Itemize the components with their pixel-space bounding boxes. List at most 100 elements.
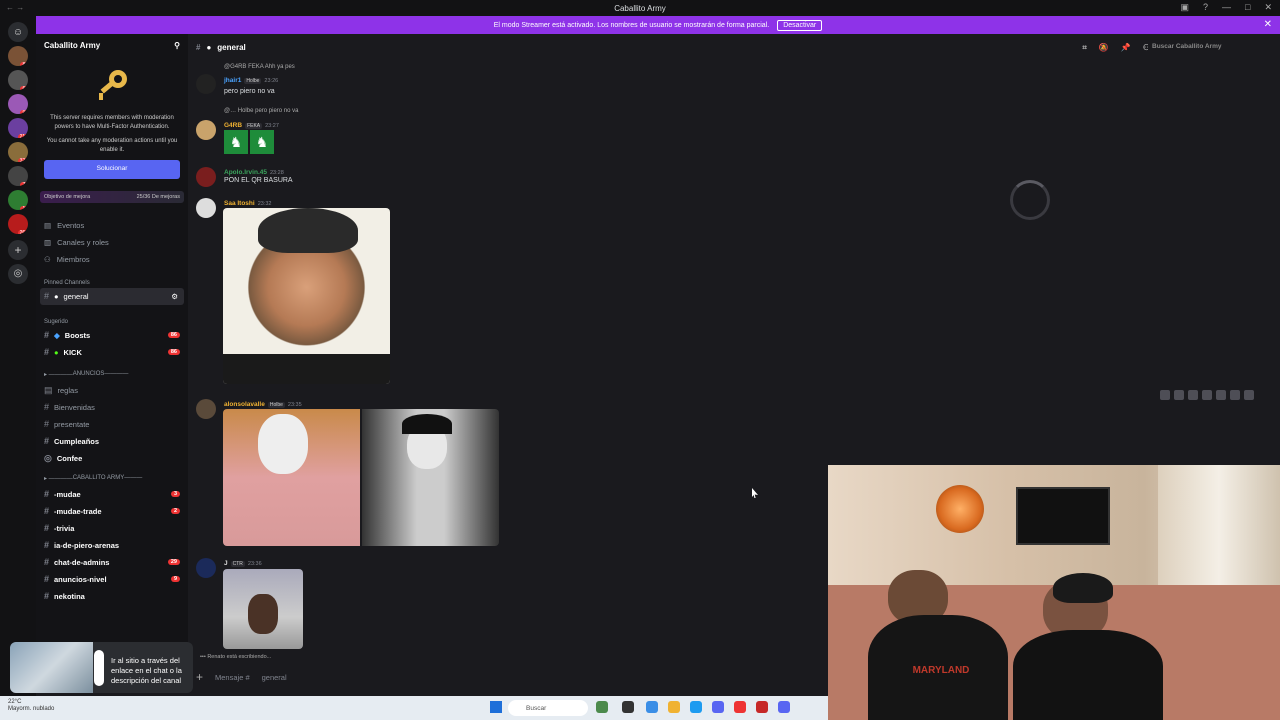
app-icon[interactable] [712,701,724,713]
hash-icon: # [44,489,50,499]
channel-chat-de-admins[interactable]: # chat-de-admins 29 [36,554,188,571]
close-icon[interactable]: ✕ [1264,19,1272,30]
username[interactable]: Saa Itoshi [224,200,255,207]
close-button[interactable]: ✕ [1264,2,1272,13]
reply-preview[interactable]: @… Holbe pero piero no va [224,108,298,114]
image-attachment[interactable] [223,569,303,649]
username[interactable]: jhair1 [224,77,241,84]
weather-widget[interactable]: 22°C Mayorm. nublado [8,699,54,713]
image-attachment[interactable] [223,409,360,546]
settings-icon[interactable]: ⚙ [171,292,178,301]
channel-reglas[interactable]: ▤ reglas [36,382,188,399]
add-attachment-icon[interactable]: + [196,670,203,684]
channel-presentate[interactable]: # presentate [36,416,188,433]
window-titlebar: ← → Caballito Army ▣ ? — □ ✕ [0,0,1280,16]
start-icon[interactable] [490,701,502,713]
server-icon[interactable]: 60 [8,70,28,90]
avatar[interactable] [196,198,216,218]
sticker-icon[interactable] [1188,390,1198,400]
username[interactable]: J [224,560,228,567]
emoji-icon[interactable] [1202,390,1212,400]
app-icon[interactable] [646,701,658,713]
app-icon[interactable] [668,701,680,713]
channel-ia-de-piero-arenas[interactable]: # ia-de-piero-arenas [36,537,188,554]
threads-icon[interactable]: ⌗ [1082,43,1087,53]
avatar[interactable] [196,167,216,187]
avatar[interactable] [196,558,216,578]
channel-general[interactable]: # ● general ⚙ [40,287,184,305]
search-input[interactable]: Buscar Caballito Army [1148,40,1268,54]
server-header[interactable]: Caballito Army ⚲ [36,34,188,56]
stream-toast[interactable]: Ir al sitio a través del enlace en el ch… [10,642,193,693]
avatar[interactable] [196,120,216,140]
discover-icon[interactable]: ◎ [8,264,28,284]
key-icon [92,66,132,106]
avatar[interactable] [196,74,216,94]
channel-mudae-trade[interactable]: # -mudae-trade 2 [36,503,188,520]
channel-confee[interactable]: ◎ Confee [36,450,188,467]
pin-icon[interactable]: 📌 [1121,43,1131,53]
boost-value: 25/36 De mejoras [136,193,180,200]
add-server-icon[interactable]: + [8,240,28,260]
inbox-icon[interactable]: ▣ [1180,2,1189,13]
home-icon[interactable]: ☺ [8,22,28,42]
taskbar-search[interactable]: Buscar [508,700,588,716]
avatar[interactable] [196,399,216,419]
username[interactable]: Apolo.Irvin.45 [224,169,267,176]
app-icon[interactable] [734,701,746,713]
channel-label: nekotina [54,591,85,601]
category-caballito[interactable]: ▸ ———— CABALLITO ARMY ——— [36,471,188,486]
channel-trivia[interactable]: # -trivia [36,520,188,537]
reply-preview[interactable]: @G4RB FEKA Ahh ya pes [224,64,295,70]
reply-icon[interactable] [1216,390,1226,400]
nav-members[interactable]: ⚇ Miembros [36,251,188,268]
app-icon[interactable] [756,701,768,713]
mute-icon[interactable]: 🔕 [1099,43,1109,53]
more-icon[interactable] [1244,390,1254,400]
image-attachment[interactable] [362,409,499,546]
channel-kick[interactable]: # ● KICK 86 [36,344,188,361]
username[interactable]: alonsolavalle [224,401,265,408]
channel-nekotina[interactable]: # nekotina [36,588,188,605]
nav-events[interactable]: ▤ Eventos [36,217,188,234]
server-icon[interactable]: 95 [8,94,28,114]
tv-icon [1016,487,1110,545]
minimize-button[interactable]: — [1222,2,1231,13]
image-attachment[interactable] [223,208,390,384]
server-icon[interactable]: 10 [8,190,28,210]
channel-boosts[interactable]: # ◆ Boosts 86 [36,327,188,344]
channel-cumpleanos[interactable]: # Cumpleaños [36,433,188,450]
fix-button[interactable]: Solucionar [44,160,180,179]
app-icon[interactable] [690,701,702,713]
channel-mudae[interactable]: # -mudae 3 [36,486,188,503]
category-anuncios[interactable]: ▸ ———— ANUNCIOS ———— [36,367,188,382]
gif-icon[interactable] [1174,390,1184,400]
server-icon[interactable]: 88 [8,46,28,66]
channel-title: general [217,42,246,52]
server-icon[interactable]: 76 [8,166,28,186]
invite-icon[interactable]: ⚲ [174,41,180,50]
nav-channels-roles[interactable]: ▥ Canales y roles [36,234,188,251]
unread-badge: 2 [170,508,180,514]
server-icon[interactable]: 216 [8,118,28,138]
forward-icon[interactable] [1230,390,1240,400]
help-icon[interactable]: ? [1203,2,1208,13]
disable-streamer-button[interactable]: Desactivar [777,19,823,31]
boost-label: Objetivo de mejora [44,193,91,200]
horse-logo-light-icon [936,485,984,533]
app-icon[interactable] [622,701,634,713]
channel-bienvenidas[interactable]: # Bienvenidas [36,399,188,416]
unread-badge: 9 [170,576,180,582]
message-composer[interactable]: + Mensaje # general [196,668,821,686]
discord-icon[interactable] [778,701,790,713]
server-icon[interactable]: 264 [8,214,28,234]
back-forward-icon[interactable]: ← → [6,3,24,12]
username[interactable]: G4RB [224,122,242,129]
reaction-icon[interactable] [1160,390,1170,400]
app-icon[interactable] [596,701,608,713]
maximize-button[interactable]: □ [1245,2,1250,13]
boost-progress[interactable]: Objetivo de mejora 25/36 De mejoras [40,190,184,203]
channel-anuncios-nivel[interactable]: # anuncios-nivel 9 [36,571,188,588]
composer-placeholder: Mensaje # [215,672,250,682]
server-icon[interactable]: 324 [8,142,28,162]
